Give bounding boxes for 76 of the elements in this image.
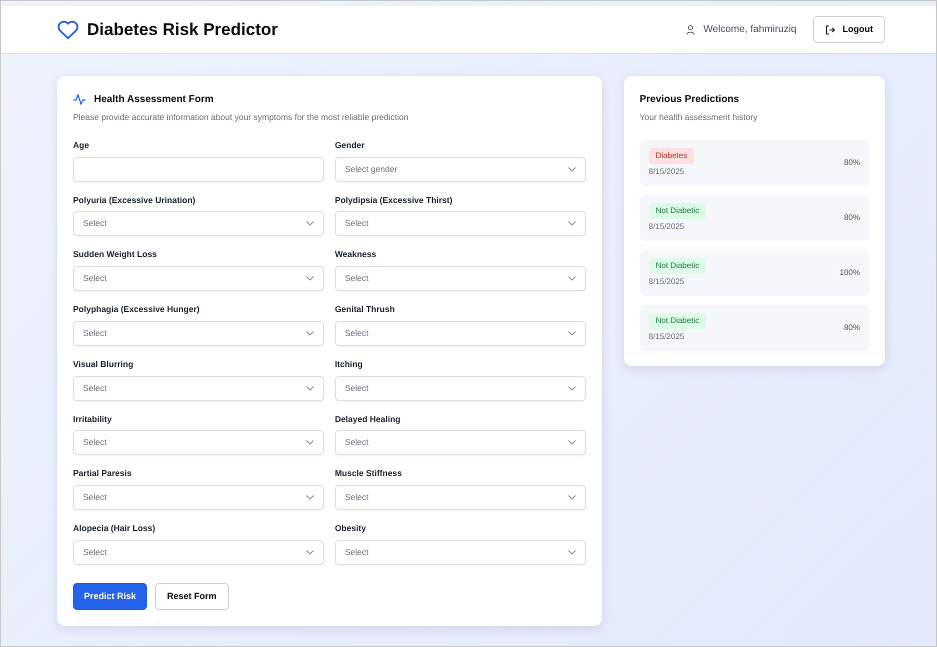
- select-field[interactable]: Select: [334, 430, 586, 456]
- history-item[interactable]: Not Diabetic 8/15/2025 80%: [640, 194, 869, 241]
- field-label: Polydipsia (Excessive Thirst): [334, 194, 454, 206]
- heart-icon: [57, 20, 79, 40]
- field-label: Delayed Healing: [334, 412, 402, 426]
- chevron-down-icon: [306, 221, 314, 226]
- chevron-down-icon: [568, 386, 576, 390]
- select-field[interactable]: Select: [334, 266, 586, 291]
- select-field[interactable]: Select: [73, 540, 324, 565]
- date-text: 8/15/2025: [648, 166, 686, 178]
- select-field[interactable]: Select: [334, 485, 586, 510]
- welcome-text: Welcome, fahmiruziq: [703, 23, 796, 37]
- date-text: 8/15/2025: [648, 330, 686, 343]
- history-item[interactable]: Diabetes 8/15/2025 80%: [640, 140, 869, 186]
- reset-button[interactable]: Reset Form: [155, 582, 229, 610]
- field-label: Alopecia (Hair Loss): [73, 522, 156, 535]
- history-subtitle: Your health assessment history: [640, 111, 758, 124]
- field-label: Irritability: [73, 412, 113, 426]
- chevron-down-icon: [568, 330, 576, 336]
- chevron-down-icon: [306, 386, 314, 390]
- field-label: Polyphagia (Excessive Hunger): [73, 303, 201, 316]
- select-field[interactable]: Select: [73, 320, 324, 346]
- field-label: Age: [73, 138, 90, 152]
- select-field[interactable]: Select: [73, 376, 324, 400]
- select-field[interactable]: Select: [334, 211, 586, 236]
- form-subtitle: Please provide accurate information about your symptoms for the most reliable prediction: [73, 111, 410, 124]
- confidence-text: 80%: [844, 212, 860, 224]
- history-title: Previous Predictions: [640, 93, 740, 107]
- field-label: Muscle Stiffness: [334, 467, 403, 480]
- text-field[interactable]: [73, 156, 324, 182]
- form-title: Health Assessment Form: [94, 93, 214, 107]
- chevron-down-icon: [568, 495, 576, 500]
- field-label: Visual Blurring: [73, 358, 134, 370]
- chevron-down-icon: [306, 550, 314, 555]
- select-field[interactable]: Select: [334, 376, 586, 400]
- field-label: Weakness: [334, 248, 378, 261]
- field-label: Polyuria (Excessive Urination): [73, 194, 196, 206]
- select-field[interactable]: Select: [73, 485, 324, 510]
- logout-button[interactable]: Logout: [812, 16, 885, 44]
- select-field[interactable]: Select: [334, 320, 586, 346]
- chevron-down-icon: [568, 166, 576, 172]
- date-text: 8/15/2025: [648, 220, 686, 233]
- field-label: Genital Thrush: [334, 303, 396, 316]
- field-label: Gender: [334, 138, 366, 152]
- activity-icon: [73, 94, 86, 105]
- confidence-text: 80%: [844, 156, 860, 169]
- select-field[interactable]: Select gender: [334, 156, 586, 182]
- select-field[interactable]: Select: [73, 266, 324, 291]
- predict-button[interactable]: Predict Risk: [73, 582, 148, 610]
- result-tag: Diabetes: [648, 148, 694, 164]
- date-text: 8/15/2025: [648, 276, 686, 288]
- chevron-down-icon: [568, 550, 576, 555]
- chevron-down-icon: [306, 330, 314, 336]
- user-icon: [686, 24, 696, 34]
- result-tag: Not Diabetic: [648, 312, 706, 329]
- chevron-down-icon: [568, 440, 576, 446]
- chevron-down-icon: [568, 276, 576, 281]
- field-label: Obesity: [334, 522, 367, 535]
- result-tag: Not Diabetic: [648, 202, 706, 219]
- chevron-down-icon: [306, 495, 314, 500]
- field-label: Partial Paresis: [73, 467, 133, 480]
- logout-icon: [824, 24, 834, 34]
- chevron-down-icon: [306, 276, 314, 281]
- confidence-text: 80%: [844, 322, 860, 334]
- select-field[interactable]: Select: [334, 540, 586, 565]
- chevron-down-icon: [568, 221, 576, 226]
- field-label: Sudden Weight Loss: [73, 248, 158, 261]
- history-item[interactable]: Not Diabetic 8/15/2025 80%: [640, 304, 869, 351]
- field-label: Itching: [334, 358, 364, 370]
- history-item[interactable]: Not Diabetic 8/15/2025 100%: [640, 250, 869, 296]
- confidence-text: 100%: [840, 266, 860, 279]
- chevron-down-icon: [306, 440, 314, 446]
- select-field[interactable]: Select: [73, 211, 324, 236]
- app-title: Diabetes Risk Predictor: [87, 18, 278, 41]
- select-field[interactable]: Select: [73, 430, 324, 456]
- result-tag: Not Diabetic: [648, 258, 706, 274]
